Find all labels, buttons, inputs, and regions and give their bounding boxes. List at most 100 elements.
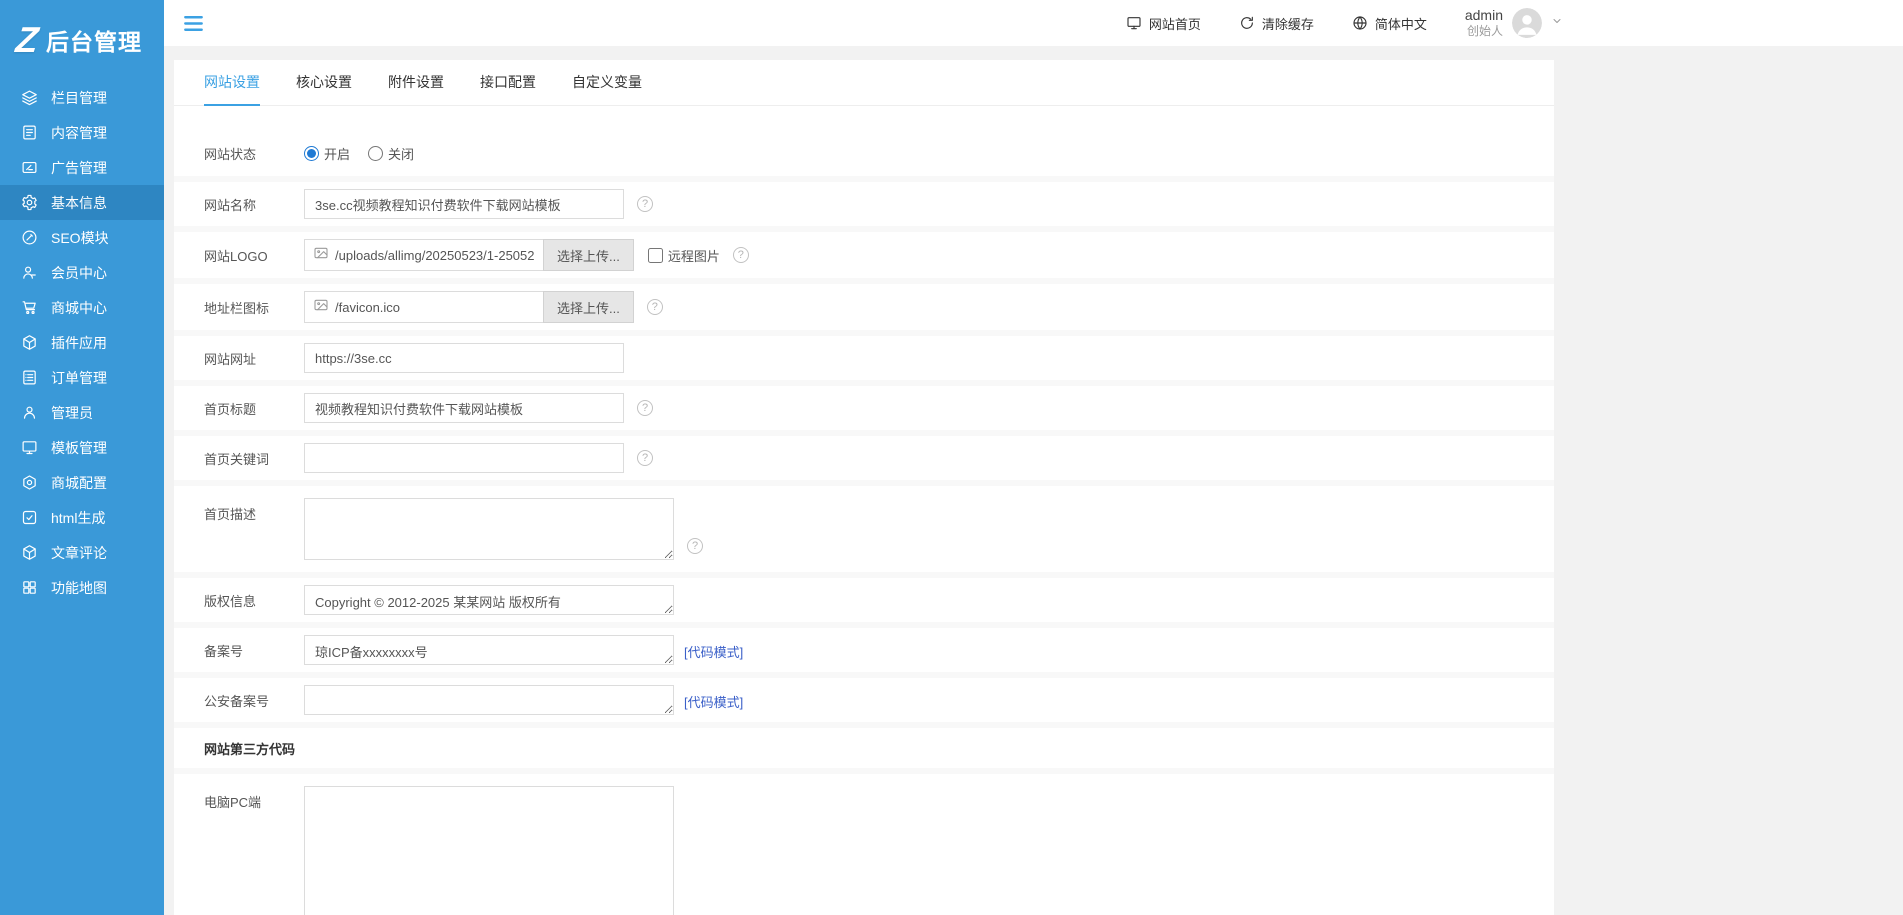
row-favicon: 地址栏图标 选择上传... ? [174, 278, 1554, 330]
sidebar-item-members[interactable]: 会员中心 [0, 255, 164, 290]
field-label: 地址栏图标 [204, 298, 304, 317]
icp-code-mode-link[interactable]: [代码模式] [684, 642, 743, 661]
row-icp: 备案号 琼ICP备xxxxxxxx号 [代码模式] [174, 622, 1554, 672]
help-icon[interactable]: ? [647, 299, 663, 315]
pc-code-textarea[interactable] [304, 786, 674, 915]
sidebar-item-ads[interactable]: 广告管理 [0, 150, 164, 185]
sidebar-item-label: 管理员 [51, 403, 93, 423]
monitor-icon [21, 439, 38, 456]
radio-site-on-input[interactable] [304, 146, 319, 161]
sidebar-item-label: 基本信息 [51, 193, 107, 213]
sidebar-item-label: 功能地图 [51, 578, 107, 598]
sidebar-item-orders[interactable]: 订单管理 [0, 360, 164, 395]
field-label: 网站状态 [204, 144, 304, 163]
home-title-input[interactable] [304, 393, 624, 423]
sidebar-item-plugins[interactable]: 插件应用 [0, 325, 164, 360]
home-description-textarea[interactable] [304, 498, 674, 560]
row-police-icp: 公安备案号 [代码模式] [174, 672, 1554, 722]
sidebar-item-label: 模板管理 [51, 438, 107, 458]
sidebar-item-label: 内容管理 [51, 123, 107, 143]
tab-api-config[interactable]: 接口配置 [480, 60, 536, 106]
gear-icon [21, 194, 38, 211]
help-icon[interactable]: ? [733, 247, 749, 263]
sidebar-item-label: 插件应用 [51, 333, 107, 353]
user-role: 创始人 [1465, 24, 1503, 39]
hamburger-menu-icon[interactable] [182, 12, 205, 35]
sidebar-item-label: 广告管理 [51, 158, 107, 178]
monitor-icon [1126, 15, 1142, 31]
field-label: 网站网址 [204, 349, 304, 368]
site-home-link[interactable]: 网站首页 [1126, 14, 1201, 33]
sidebar-item-label: 文章评论 [51, 543, 107, 563]
sidebar-item-columns[interactable]: 栏目管理 [0, 80, 164, 115]
remote-image-checkbox[interactable] [648, 248, 663, 263]
app-logo[interactable]: Z 后台管理 [0, 0, 164, 80]
row-site-logo: 网站LOGO 选择上传... 远程图片 ? [174, 226, 1554, 278]
sidebar-item-content[interactable]: 内容管理 [0, 115, 164, 150]
field-label: 首页关键词 [204, 449, 304, 468]
sidebar-item-comments[interactable]: 文章评论 [0, 535, 164, 570]
icp-textarea[interactable]: 琼ICP备xxxxxxxx号 [304, 635, 674, 665]
sidebar-item-label: 订单管理 [51, 368, 107, 388]
site-status-radio-group: 开启 关闭 [304, 144, 414, 163]
row-home-description: 首页描述 ? [174, 480, 1554, 572]
sidebar-item-seo[interactable]: SEO模块 [0, 220, 164, 255]
sidebar-item-label: SEO模块 [51, 228, 109, 248]
user-meta: admin 创始人 [1465, 7, 1503, 40]
home-keywords-input[interactable] [304, 443, 624, 473]
copyright-textarea[interactable]: Copyright © 2012-2025 某某网站 版权所有 [304, 585, 674, 615]
sidebar-item-mall[interactable]: 商城中心 [0, 290, 164, 325]
favicon-input[interactable] [335, 293, 535, 321]
site-logo-input[interactable] [335, 241, 535, 269]
language-switcher[interactable]: 简体中文 [1352, 14, 1427, 33]
clear-cache-button[interactable]: 清除缓存 [1239, 14, 1314, 33]
sidebar-item-basic-info[interactable]: 基本信息 [0, 185, 164, 220]
help-icon[interactable]: ? [637, 196, 653, 212]
police-icp-code-mode-link[interactable]: [代码模式] [684, 692, 743, 711]
help-icon[interactable]: ? [687, 538, 703, 554]
sidebar-item-templates[interactable]: 模板管理 [0, 430, 164, 465]
logo-upload-button[interactable]: 选择上传... [543, 239, 634, 271]
tab-attachment-settings[interactable]: 附件设置 [388, 60, 444, 106]
sidebar-item-label: 商城配置 [51, 473, 107, 493]
radio-site-off-input[interactable] [368, 146, 383, 161]
remote-image-label[interactable]: 远程图片 [648, 246, 720, 265]
tab-custom-variables[interactable]: 自定义变量 [572, 60, 642, 106]
field-label: 备案号 [204, 641, 304, 660]
help-icon[interactable]: ? [637, 450, 653, 466]
site-settings-form: 网站状态 开启 关闭 网站名称 ? 网站LOGO 选择上传... [174, 106, 1554, 915]
radio-site-on[interactable]: 开启 [304, 144, 350, 163]
sidebar-menu: 栏目管理 内容管理 广告管理 基本信息 SEO模块 会员中心 商城中心 插件应 [0, 80, 164, 605]
field-label: 版权信息 [204, 591, 304, 610]
member-icon [21, 264, 38, 281]
radio-site-off[interactable]: 关闭 [368, 144, 414, 163]
sidebar-item-label: 会员中心 [51, 263, 107, 283]
avatar [1512, 8, 1542, 38]
header-right: 网站首页 清除缓存 简体中文 admin 创始人 [1126, 7, 1563, 40]
row-pc-code: 电脑PC端 [174, 768, 1554, 915]
sidebar-item-html-gen[interactable]: html生成 [0, 500, 164, 535]
section-title: 网站第三方代码 [204, 739, 295, 758]
logo-z-icon: Z [14, 22, 40, 58]
site-name-input[interactable] [304, 189, 624, 219]
police-icp-textarea[interactable] [304, 685, 674, 715]
sidebar-item-feature-map[interactable]: 功能地图 [0, 570, 164, 605]
field-label: 首页标题 [204, 399, 304, 418]
remote-image-checkbox-wrap: 远程图片 [648, 246, 720, 265]
site-url-input[interactable] [304, 343, 624, 373]
favicon-upload-button[interactable]: 选择上传... [543, 291, 634, 323]
tab-core-settings[interactable]: 核心设置 [296, 60, 352, 106]
settings-tabs: 网站设置 核心设置 附件设置 接口配置 自定义变量 [174, 60, 1554, 106]
field-label: 电脑PC端 [204, 792, 304, 811]
user-menu[interactable]: admin 创始人 [1465, 7, 1563, 40]
help-icon[interactable]: ? [637, 400, 653, 416]
document-icon [21, 124, 38, 141]
radio-label: 开启 [324, 144, 350, 163]
language-label: 简体中文 [1375, 14, 1427, 33]
person-icon [21, 404, 38, 421]
username: admin [1465, 7, 1503, 25]
check-square-icon [21, 509, 38, 526]
tab-site-settings[interactable]: 网站设置 [204, 60, 260, 106]
sidebar-item-mall-config[interactable]: 商城配置 [0, 465, 164, 500]
sidebar-item-admins[interactable]: 管理员 [0, 395, 164, 430]
